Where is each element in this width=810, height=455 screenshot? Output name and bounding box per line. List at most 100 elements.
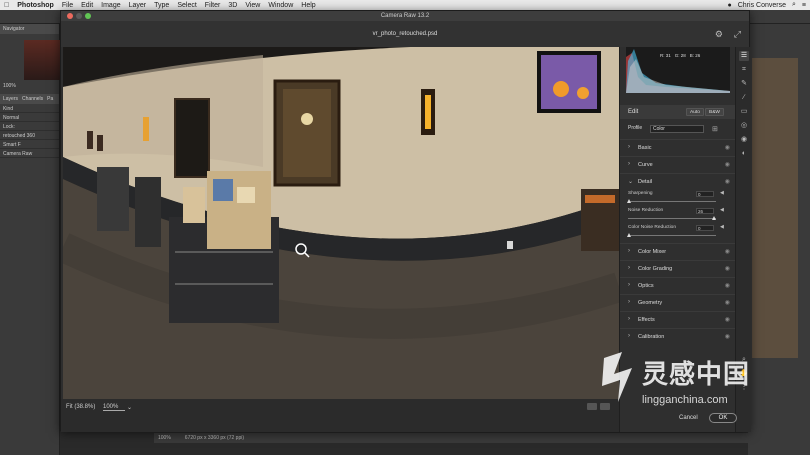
watermark-logo-icon xyxy=(602,352,632,402)
slider-value-field[interactable]: 0 xyxy=(696,225,714,231)
slider-track[interactable] xyxy=(628,201,716,202)
menu-image[interactable]: Image xyxy=(101,2,120,9)
eye-icon[interactable]: ◉ xyxy=(725,316,730,323)
section-basic[interactable]: › Basic ◉ xyxy=(620,139,736,155)
section-curve[interactable]: › Curve ◉ xyxy=(620,156,736,172)
window-controls xyxy=(67,13,91,19)
red-eye-icon[interactable]: ◉ xyxy=(739,135,749,145)
section-effects-label: Effects xyxy=(638,317,655,323)
gradient-icon[interactable]: ▭ xyxy=(739,107,749,117)
tab-channels[interactable]: Channels xyxy=(22,96,43,102)
menu-file[interactable]: File xyxy=(62,2,73,9)
eye-icon[interactable]: ◉ xyxy=(725,178,730,185)
edit-header: Edit Auto B&W xyxy=(620,105,735,119)
navigator-thumbnail[interactable] xyxy=(24,40,60,80)
chevron-right-icon: › xyxy=(628,333,630,339)
menu-view[interactable]: View xyxy=(245,2,260,9)
eye-icon[interactable]: ◉ xyxy=(725,248,730,255)
apple-icon[interactable]:  xyxy=(4,2,9,9)
menu-type[interactable]: Type xyxy=(154,2,169,9)
slider-knob[interactable] xyxy=(627,199,631,203)
eye-icon[interactable]: ◉ xyxy=(725,282,730,289)
eye-icon[interactable]: ◉ xyxy=(725,299,730,306)
section-color-grading[interactable]: › Color Grading ◉ xyxy=(620,260,736,276)
profile-select[interactable]: Color xyxy=(650,125,704,133)
zoom-dropdown-icon[interactable]: ⌄ xyxy=(127,404,132,411)
healing-brush-icon[interactable]: ✎ xyxy=(739,79,749,89)
slider-value-field[interactable]: 0 xyxy=(696,191,714,197)
gear-icon[interactable]: ⚙ xyxy=(715,21,723,47)
menu-window[interactable]: Window xyxy=(268,2,293,9)
profile-browser-icon[interactable]: ⊞ xyxy=(712,125,718,133)
slider-value-field[interactable]: 26 xyxy=(696,208,714,214)
layer-kind-filter[interactable]: Kind xyxy=(0,104,59,113)
chevron-right-icon: › xyxy=(628,144,630,150)
slider-knob[interactable] xyxy=(627,233,631,237)
color-noise-reduction-slider[interactable]: Color Noise Reduction 0 ◀ xyxy=(626,224,730,241)
sharpening-slider[interactable]: Sharpening 0 ◀ xyxy=(626,190,730,207)
edit-sliders-icon[interactable]: ☰ xyxy=(739,51,749,61)
section-curve-label: Curve xyxy=(638,162,653,168)
menu-icon[interactable]: ≡ xyxy=(802,2,806,9)
before-after-icon[interactable] xyxy=(587,403,597,410)
brush-icon[interactable]: ∕ xyxy=(739,93,749,103)
eye-icon[interactable]: ◉ xyxy=(725,144,730,151)
chevron-down-icon: ⌄ xyxy=(628,179,634,185)
photo-preview[interactable] xyxy=(63,47,619,399)
slider-knob[interactable] xyxy=(712,216,716,220)
chevron-right-icon: › xyxy=(628,316,630,322)
menu-help[interactable]: Help xyxy=(301,2,315,9)
section-color-mixer[interactable]: › Color Mixer ◉ xyxy=(620,243,736,259)
section-optics[interactable]: › Optics ◉ xyxy=(620,277,736,293)
auto-button[interactable]: Auto xyxy=(686,108,704,116)
tab-paths[interactable]: Pa xyxy=(47,96,53,102)
navigator-zoom[interactable]: 100% xyxy=(0,80,59,92)
menu-layer[interactable]: Layer xyxy=(129,2,147,9)
cancel-button[interactable]: Cancel xyxy=(679,415,698,421)
profile-label: Profile xyxy=(628,125,643,131)
section-effects[interactable]: › Effects ◉ xyxy=(620,311,736,327)
minimize-window-icon[interactable] xyxy=(76,13,82,19)
blend-mode-select[interactable]: Normal xyxy=(0,113,59,122)
slider-track[interactable] xyxy=(628,235,716,236)
user-icon[interactable]: ● xyxy=(728,2,732,9)
search-icon[interactable]: ⌕ xyxy=(792,1,796,9)
menu-select[interactable]: Select xyxy=(177,2,196,9)
fullscreen-icon[interactable]: ⤢ xyxy=(734,21,741,47)
crop-icon[interactable]: ⌗ xyxy=(739,65,749,75)
eye-icon[interactable]: ◉ xyxy=(725,161,730,168)
menu-filter[interactable]: Filter xyxy=(205,2,221,9)
menu-3d[interactable]: 3D xyxy=(228,2,237,9)
radial-filter-icon[interactable]: ◎ xyxy=(739,121,749,131)
section-color-mixer-label: Color Mixer xyxy=(638,249,667,255)
section-detail[interactable]: ⌄ Detail ◉ xyxy=(620,173,736,189)
status-zoom[interactable]: 100% xyxy=(158,435,171,441)
snapshots-icon[interactable]: ◐ xyxy=(739,149,749,159)
section-geometry[interactable]: › Geometry ◉ xyxy=(620,294,736,310)
expand-arrow-icon[interactable]: ◀ xyxy=(720,224,724,230)
menu-edit[interactable]: Edit xyxy=(81,2,93,9)
expand-arrow-icon[interactable]: ◀ xyxy=(720,190,724,196)
zoom-100-button[interactable]: 100% xyxy=(103,404,125,411)
bw-button[interactable]: B&W xyxy=(705,108,724,116)
panorama-image xyxy=(63,47,619,399)
user-name[interactable]: Chris Converse xyxy=(738,2,786,9)
tab-layers[interactable]: Layers xyxy=(3,96,18,102)
eye-icon[interactable]: ◉ xyxy=(725,333,730,340)
slider-track[interactable] xyxy=(628,218,716,219)
close-window-icon[interactable] xyxy=(67,13,73,19)
dialog-title: Camera Raw 13.2 xyxy=(380,13,430,19)
eye-icon[interactable]: ◉ xyxy=(725,265,730,272)
expand-arrow-icon[interactable]: ◀ xyxy=(720,207,724,213)
layer-row[interactable]: retouched 360 xyxy=(0,131,59,140)
noise-reduction-slider[interactable]: Noise Reduction 26 ◀ xyxy=(626,207,730,224)
watermark: 灵感中国 lingganchina.com xyxy=(598,352,798,412)
menu-app-name[interactable]: Photoshop xyxy=(17,2,54,9)
navigator-tab[interactable]: Navigator xyxy=(0,24,59,34)
camera-raw-filter-row[interactable]: Camera Raw xyxy=(0,149,59,158)
fit-zoom-label[interactable]: Fit (38.8%) xyxy=(66,404,95,410)
zoom-window-icon[interactable] xyxy=(85,13,91,19)
section-calibration[interactable]: › Calibration ◉ xyxy=(620,328,736,344)
smart-filters-row[interactable]: Smart F xyxy=(0,140,59,149)
ok-button[interactable]: OK xyxy=(709,413,737,423)
